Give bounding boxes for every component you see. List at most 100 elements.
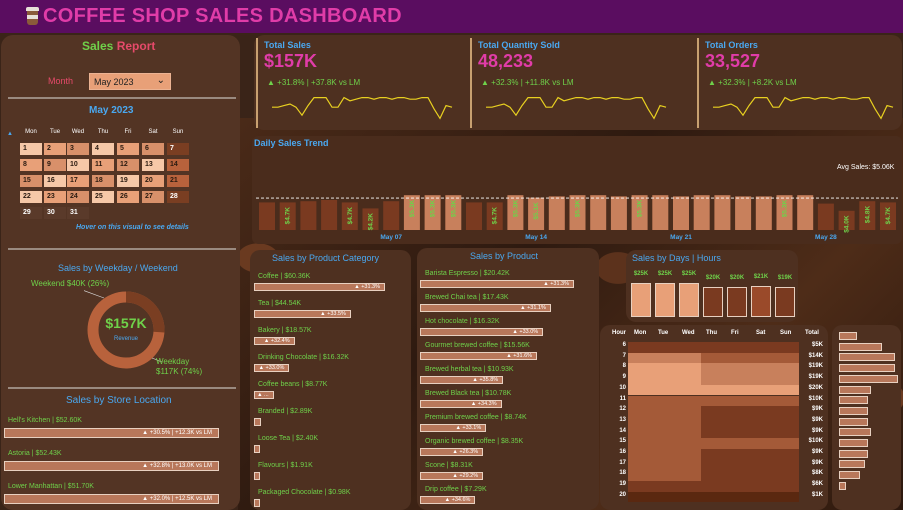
heatmap-cell[interactable] bbox=[676, 438, 702, 449]
calendar-day[interactable]: 21 bbox=[167, 175, 189, 187]
calendar-day[interactable]: 7 bbox=[167, 143, 189, 155]
heatmap-cell[interactable] bbox=[652, 384, 677, 396]
hour-total-bar[interactable] bbox=[839, 471, 860, 480]
category-bar[interactable]: ▲ ... bbox=[254, 391, 274, 399]
calendar-day[interactable]: 14 bbox=[167, 159, 189, 171]
heatmap-cell[interactable] bbox=[725, 491, 750, 503]
heatmap-cell[interactable] bbox=[701, 416, 726, 428]
hour-total-bar[interactable] bbox=[839, 342, 882, 351]
calendar-day[interactable]: 8 bbox=[20, 159, 42, 171]
heatmap-cell[interactable] bbox=[652, 470, 677, 482]
heatmap-cell[interactable] bbox=[701, 491, 726, 503]
product-bar[interactable]: ▲ +31.6% bbox=[420, 352, 538, 360]
heatmap-cell[interactable] bbox=[652, 363, 677, 375]
heatmap-cell[interactable] bbox=[676, 416, 702, 428]
calendar-day[interactable]: 27 bbox=[142, 191, 164, 203]
heatmap-cell[interactable] bbox=[774, 470, 799, 482]
calendar-day[interactable]: 10 bbox=[67, 159, 89, 171]
heatmap-cell[interactable] bbox=[652, 449, 677, 460]
heatmap-cell[interactable] bbox=[774, 481, 799, 492]
calendar-day[interactable]: 5 bbox=[117, 143, 139, 155]
calendar-day[interactable]: 16 bbox=[44, 175, 66, 187]
calendar-day[interactable]: 30 bbox=[44, 207, 66, 219]
trend-bar[interactable] bbox=[797, 195, 814, 230]
heatmap-cell[interactable] bbox=[628, 438, 653, 449]
calendar-day[interactable]: 9 bbox=[44, 159, 66, 171]
heatmap-cell[interactable] bbox=[725, 438, 750, 449]
hour-total-bar[interactable] bbox=[839, 417, 868, 426]
hour-total-bar[interactable] bbox=[839, 332, 857, 340]
heatmap-cell[interactable] bbox=[750, 352, 775, 364]
product-bar[interactable]: ▲ +33.0% bbox=[420, 328, 544, 336]
heatmap-cell[interactable] bbox=[774, 438, 799, 449]
category-bar[interactable] bbox=[254, 418, 261, 426]
heatmap-cell[interactable] bbox=[676, 406, 702, 417]
kpi-sparkline[interactable] bbox=[709, 94, 899, 124]
calendar-day[interactable]: 6 bbox=[142, 143, 164, 155]
heatmap-cell[interactable] bbox=[774, 406, 799, 417]
day-bar[interactable] bbox=[703, 286, 723, 317]
heatmap-cell[interactable] bbox=[701, 374, 726, 385]
heatmap-cell[interactable] bbox=[701, 363, 726, 375]
hour-total-bar[interactable] bbox=[839, 428, 871, 437]
heatmap-cell[interactable] bbox=[676, 481, 702, 492]
heatmap-cell[interactable] bbox=[652, 438, 677, 449]
heatmap-cell[interactable] bbox=[676, 374, 702, 385]
heatmap-cell[interactable] bbox=[701, 427, 726, 439]
heatmap-cell[interactable] bbox=[750, 384, 775, 396]
heatmap-cell[interactable] bbox=[652, 491, 677, 503]
heatmap-cell[interactable] bbox=[750, 363, 775, 375]
product-bar[interactable]: ▲ +35.8% bbox=[420, 376, 504, 384]
heatmap-cell[interactable] bbox=[676, 363, 702, 375]
calendar-day[interactable]: 31 bbox=[67, 207, 89, 219]
heatmap-cell[interactable] bbox=[725, 406, 750, 417]
heatmap-cell[interactable] bbox=[750, 406, 775, 417]
calendar-day[interactable]: 13 bbox=[142, 159, 164, 171]
calendar-day[interactable]: 24 bbox=[67, 191, 89, 203]
heatmap-cell[interactable] bbox=[774, 416, 799, 428]
heatmap-cell[interactable] bbox=[750, 342, 775, 353]
heatmap-cell[interactable] bbox=[676, 427, 702, 439]
heatmap-cell[interactable] bbox=[628, 406, 653, 417]
heatmap-cell[interactable] bbox=[652, 459, 677, 471]
heatmap-cell[interactable] bbox=[725, 352, 750, 364]
heatmap-cell[interactable] bbox=[652, 481, 677, 492]
heatmap-cell[interactable] bbox=[750, 481, 775, 492]
hour-total-bar[interactable] bbox=[839, 439, 868, 447]
heatmap-cell[interactable] bbox=[725, 459, 750, 471]
heatmap-cell[interactable] bbox=[774, 342, 799, 353]
heatmap-cell[interactable] bbox=[701, 459, 726, 471]
heatmap-cell[interactable] bbox=[628, 395, 653, 407]
trend-bar[interactable] bbox=[735, 196, 752, 230]
heatmap-cell[interactable] bbox=[750, 395, 775, 407]
calendar-day[interactable]: 29 bbox=[20, 207, 42, 219]
heatmap-cell[interactable] bbox=[652, 416, 677, 428]
trend-bar[interactable] bbox=[590, 195, 607, 230]
heatmap-cell[interactable] bbox=[725, 384, 750, 396]
heatmap-cell[interactable] bbox=[725, 427, 750, 439]
calendar-day[interactable]: 19 bbox=[117, 175, 139, 187]
heatmap-cell[interactable] bbox=[725, 363, 750, 375]
heatmap-cell[interactable] bbox=[725, 449, 750, 460]
heatmap-cell[interactable] bbox=[725, 374, 750, 385]
trend-bar[interactable] bbox=[693, 195, 710, 230]
heatmap-cell[interactable] bbox=[676, 449, 702, 460]
trend-bar[interactable] bbox=[300, 201, 317, 230]
day-bar[interactable] bbox=[751, 285, 771, 317]
heatmap-cell[interactable] bbox=[652, 342, 677, 353]
heatmap-cell[interactable] bbox=[774, 395, 799, 407]
heatmap-cell[interactable] bbox=[701, 406, 726, 417]
product-bar[interactable]: ▲ +31.1% bbox=[420, 304, 551, 312]
heatmap-cell[interactable] bbox=[725, 395, 750, 407]
heatmap-cell[interactable] bbox=[774, 374, 799, 385]
trend-bar[interactable] bbox=[673, 196, 689, 230]
heatmap-cell[interactable] bbox=[725, 416, 750, 428]
calendar-day[interactable]: 17 bbox=[67, 175, 89, 187]
category-bar[interactable]: ▲ +33.5% bbox=[254, 310, 351, 318]
trend-bar[interactable] bbox=[321, 200, 338, 230]
heatmap-cell[interactable] bbox=[676, 395, 702, 407]
calendar-day[interactable]: 26 bbox=[117, 191, 139, 203]
day-bar[interactable] bbox=[631, 283, 651, 317]
heatmap-cell[interactable] bbox=[628, 352, 653, 364]
heatmap-cell[interactable] bbox=[676, 384, 702, 396]
